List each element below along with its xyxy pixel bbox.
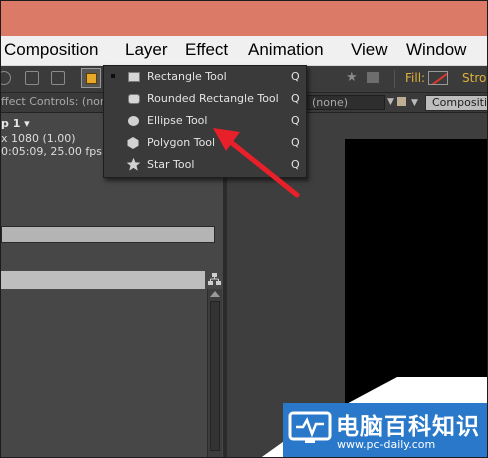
rectangle-tool-icon <box>86 73 97 84</box>
toolbar-divider <box>394 70 395 88</box>
flowchart-icon[interactable] <box>208 273 221 286</box>
menu-item-label: Rectangle Tool <box>147 70 227 83</box>
vertical-scrollbar[interactable] <box>207 289 222 457</box>
menu-item-label: Rounded Rectangle Tool <box>147 92 279 105</box>
annotation-arrow-icon <box>213 128 300 198</box>
lock-icon[interactable] <box>397 97 406 106</box>
menu-window[interactable]: Window <box>406 40 466 60</box>
camera-tool-icon[interactable] <box>25 71 39 85</box>
menu-layer[interactable]: Layer <box>125 40 168 60</box>
menu-animation[interactable]: Animation <box>248 40 324 60</box>
menu-effect[interactable]: Effect <box>185 40 228 60</box>
puppet-star-icon[interactable]: ★ <box>346 71 358 85</box>
scroll-up-icon[interactable] <box>210 291 220 297</box>
polygon-icon <box>127 137 139 149</box>
project-search-input[interactable] <box>1 226 215 243</box>
app-window: Composition Layer Effect Animation View … <box>0 0 488 458</box>
menu-composition[interactable]: Composition <box>4 40 99 60</box>
viewer-dropdown[interactable]: (none) <box>305 95 385 110</box>
project-resolution: x 1080 (1.00) <box>1 132 76 145</box>
monitor-logo-icon <box>288 411 332 443</box>
project-comp-name[interactable]: p 1 ▾ <box>1 117 30 130</box>
effect-controls-tab[interactable]: ffect Controls: (nor <box>1 95 104 108</box>
menu-item-rectangle-tool[interactable]: Rectangle Tool Q <box>104 66 306 88</box>
rectangle-icon <box>128 72 140 82</box>
menu-item-label: Star Tool <box>147 158 195 171</box>
menu-bar: Composition Layer Effect Animation View … <box>1 36 487 66</box>
project-list-header[interactable] <box>1 271 205 289</box>
menu-item-shortcut: Q <box>291 92 300 105</box>
title-bar <box>1 1 487 36</box>
menu-item-shortcut: Q <box>291 70 300 83</box>
fill-label: Fill: <box>405 71 426 85</box>
menu-item-label: Ellipse Tool <box>147 114 208 127</box>
project-duration: 0:05:09, 25.00 fps <box>1 145 102 158</box>
rounded-rectangle-icon <box>128 94 140 104</box>
fill-swatch[interactable] <box>428 71 448 85</box>
composition-tab[interactable]: Compositi <box>425 95 487 111</box>
stroke-label: Strok <box>462 71 487 85</box>
watermark-title: 电脑百科知识 <box>336 414 480 440</box>
pan-behind-tool-icon[interactable] <box>51 71 65 85</box>
menu-item-rounded-rectangle-tool[interactable]: Rounded Rectangle Tool Q <box>104 88 306 110</box>
star-icon <box>126 157 141 171</box>
watermark-url: www.pc-daily.com <box>337 438 436 451</box>
menu-item-label: Polygon Tool <box>147 136 216 149</box>
shape-tool-button[interactable] <box>81 68 101 88</box>
panel-menu-icon[interactable]: ▼ <box>411 98 418 108</box>
ellipse-icon <box>128 116 139 126</box>
menu-view[interactable]: View <box>351 40 388 60</box>
selected-indicator <box>111 74 115 78</box>
rotate-tool-icon[interactable] <box>1 71 11 85</box>
pin-tool-icon[interactable] <box>367 72 379 83</box>
scroll-thumb[interactable] <box>210 301 220 451</box>
chevron-down-icon[interactable]: ▼ <box>387 97 394 107</box>
